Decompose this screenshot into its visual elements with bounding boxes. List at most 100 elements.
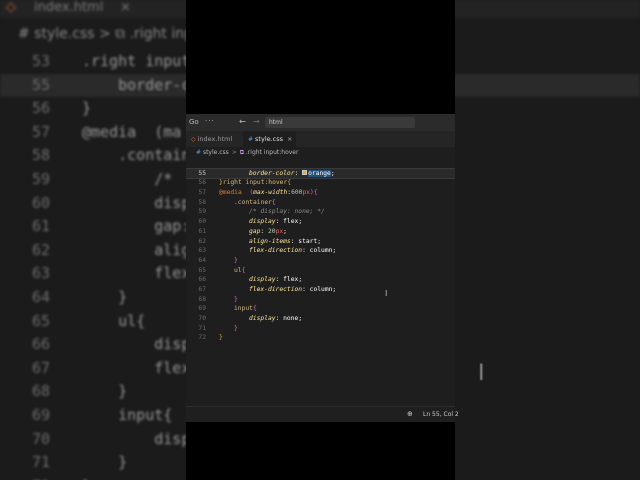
code-editor[interactable]: 53 .right input:hover{ 55 border-color: o… bbox=[186, 159, 455, 406]
property-value: column bbox=[309, 285, 333, 293]
code-line[interactable]: 69 input{ bbox=[186, 304, 455, 314]
code-line[interactable]: 59 /* display: none; */ bbox=[186, 207, 455, 217]
code-line[interactable]: 55 border-color: orange; bbox=[186, 167, 455, 180]
code-text: ul{ bbox=[234, 266, 245, 276]
code-line[interactable]: 56} bbox=[186, 178, 455, 188]
code-line[interactable]: 70 display: none; bbox=[186, 314, 455, 324]
breadcrumb-symbol[interactable]: .right input:hover bbox=[246, 149, 299, 156]
command-search-input[interactable]: html bbox=[265, 117, 415, 128]
property: gap bbox=[249, 227, 261, 235]
line-number: 68 bbox=[198, 295, 206, 303]
background-line-number: 64 bbox=[31, 287, 50, 306]
breadcrumb-file[interactable]: style.css bbox=[203, 149, 229, 156]
line-number: 69 bbox=[198, 305, 206, 313]
close-icon[interactable]: × bbox=[287, 135, 292, 143]
background-line-number: 61 bbox=[31, 217, 50, 236]
background-code-text: input{ bbox=[82, 405, 173, 424]
background-code-text: ul{ bbox=[82, 311, 146, 330]
code-text: display: none; bbox=[249, 314, 302, 324]
property-value: flex bbox=[283, 276, 299, 284]
more-menu-icon[interactable]: ··· bbox=[205, 117, 215, 125]
colon: : bbox=[260, 227, 268, 235]
code-line[interactable]: 64} bbox=[186, 256, 455, 266]
background-code-text: border-c bbox=[82, 75, 191, 94]
tab-label: style.css bbox=[255, 135, 284, 143]
property: max-width bbox=[253, 189, 288, 197]
semicolon: ; bbox=[298, 218, 303, 226]
brace: } bbox=[234, 256, 238, 264]
code-line[interactable]: 68} bbox=[186, 295, 455, 305]
back-arrow-icon[interactable]: ← bbox=[239, 117, 246, 126]
color-swatch-icon[interactable] bbox=[302, 170, 308, 176]
background-code-text: flex bbox=[82, 358, 191, 377]
selector: input bbox=[234, 305, 253, 313]
html-file-icon: ◇ bbox=[191, 136, 196, 143]
background-line-number: 59 bbox=[31, 169, 50, 188]
code-line[interactable]: 65 ul{ bbox=[186, 266, 455, 276]
property: border-color bbox=[249, 169, 295, 177]
at-rule: @media bbox=[219, 189, 242, 197]
code-line[interactable]: 61 gap: 20px; bbox=[186, 227, 455, 237]
breadcrumb-separator: > bbox=[231, 149, 237, 156]
code-text: flex-direction: column; bbox=[249, 285, 336, 295]
background-line-number: 57 bbox=[31, 122, 50, 141]
background-html-icon: ◇ bbox=[6, 0, 16, 15]
semicolon: ; bbox=[298, 276, 303, 284]
background-code-text: .contain bbox=[82, 146, 191, 165]
code-line[interactable]: 62 align-items: start; bbox=[186, 237, 455, 247]
code-text: .container{ bbox=[234, 198, 276, 208]
title-bar: Go ··· ← → html bbox=[186, 114, 455, 131]
code-text: gap: 20px; bbox=[249, 227, 287, 237]
property-value: flex bbox=[283, 218, 299, 226]
background-code-text: @media (ma bbox=[82, 122, 182, 141]
code-line[interactable]: 67 flex-direction: column; bbox=[186, 285, 455, 295]
tab-index-html[interactable]: ◇ index.html bbox=[186, 131, 242, 147]
code-text: } bbox=[234, 295, 238, 305]
code-line[interactable]: 58 .container{ bbox=[186, 198, 455, 208]
property-value: none bbox=[283, 315, 299, 322]
colon: : bbox=[275, 218, 284, 226]
code-line[interactable]: 71} bbox=[186, 324, 455, 334]
cursor-position[interactable]: Ln 55, Col 2 bbox=[423, 407, 459, 422]
brace: } bbox=[234, 324, 238, 332]
unit: px bbox=[302, 189, 311, 197]
background-line-number: 68 bbox=[31, 382, 50, 401]
background-code-text: alig bbox=[82, 240, 191, 259]
background-code-text: } bbox=[82, 453, 128, 472]
sticky-scroll-line[interactable]: 53 .right input:hover{ bbox=[186, 159, 455, 186]
menu-go[interactable]: Go bbox=[189, 118, 199, 126]
paren: ){ bbox=[310, 189, 318, 197]
line-number: 59 bbox=[198, 208, 206, 216]
property: align-items bbox=[249, 237, 291, 245]
code-text: input{ bbox=[234, 304, 257, 314]
background-line-number: 55 bbox=[31, 75, 50, 94]
code-text: /* display: none; */ bbox=[249, 207, 325, 217]
number: 20 bbox=[267, 227, 276, 235]
background-code-text: } bbox=[82, 287, 128, 306]
background-code-text: flex bbox=[82, 264, 191, 283]
mouse-cursor-icon: I bbox=[385, 289, 388, 298]
code-line[interactable]: 72} bbox=[186, 333, 455, 343]
code-line[interactable]: 57 @media (max-width:600px){ bbox=[186, 188, 455, 198]
colon: : bbox=[302, 285, 310, 293]
semicolon: ; bbox=[283, 227, 287, 235]
background-line-number: 66 bbox=[31, 335, 50, 354]
breadcrumb: # style.css > ⧉ .right input:hover bbox=[186, 147, 455, 159]
code-text: border-color: orange; bbox=[249, 169, 335, 179]
background-line-number: 60 bbox=[31, 193, 50, 212]
code-line[interactable]: 60 display: flex; bbox=[186, 217, 455, 227]
background-tab-close-icon: × bbox=[120, 0, 131, 15]
tab-style-css[interactable]: # style.css × bbox=[243, 131, 296, 147]
code-line[interactable]: 66 display: flex; bbox=[186, 275, 455, 285]
brace: } bbox=[219, 179, 223, 187]
line-number: 71 bbox=[198, 324, 206, 332]
editor-tab-bar: ◇ index.html # style.css × bbox=[186, 131, 455, 147]
code-text: } bbox=[219, 178, 223, 188]
semicolon: ; bbox=[332, 247, 337, 255]
code-line[interactable]: 63 flex-direction: column; bbox=[186, 246, 455, 256]
semicolon: ; bbox=[298, 315, 303, 322]
background-line-number: 69 bbox=[31, 405, 50, 424]
zoom-icon[interactable]: ⊕ bbox=[407, 407, 413, 422]
line-number: 64 bbox=[198, 256, 206, 264]
forward-arrow-icon[interactable]: → bbox=[253, 117, 260, 126]
